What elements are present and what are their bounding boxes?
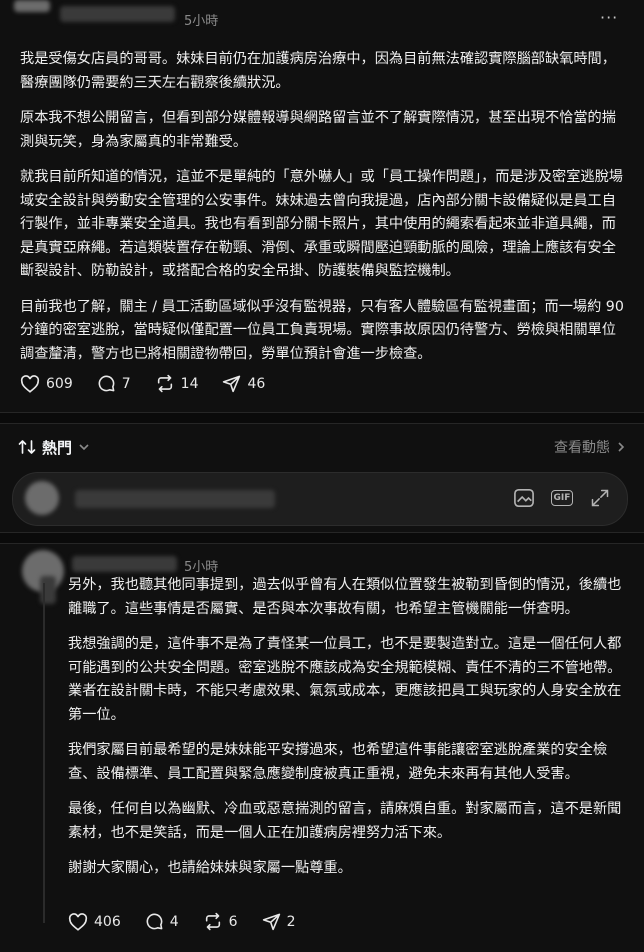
post-paragraph: 我是受傷女店員的哥哥。妹妹目前仍在加護病房治療中，因為目前無法確認實際腦部缺氧時… xyxy=(20,51,616,91)
post-paragraph: 目前我也了解，關主 / 員工活動區域似乎沒有監視器，只有客人體驗區有監視畫面；而… xyxy=(20,298,624,362)
username-redacted[interactable] xyxy=(72,556,177,572)
share-button[interactable]: 46 xyxy=(222,374,265,393)
post-time: 5小時 xyxy=(184,14,219,29)
heart-icon xyxy=(68,912,88,931)
placeholder-redacted xyxy=(75,490,275,508)
post-actions: 406 4 6 2 xyxy=(68,912,296,931)
post-paragraph: 我們家屬目前最希望的是妹妹能平安撐過來，也希望這件事能讓密室逃脫產業的安全檢查、… xyxy=(68,742,608,782)
post-paragraph: 我想強調的是，這件事不是為了責怪某一位員工，也不是要製造對立。這是一個任何人都可… xyxy=(68,636,622,723)
view-activity-label: 查看動態 xyxy=(554,440,610,456)
share-count: 46 xyxy=(247,375,266,392)
comment-count: 7 xyxy=(121,375,131,392)
post-paragraph: 原本我不想公開留言，但看到部分媒體報導與網路留言並不了解實際情況，甚至出現不恰當… xyxy=(20,110,616,150)
post-paragraph: 另外，我也聽其他同事提到，過去似乎曾有人在類似位置發生被勒到昏倒的情況，後續也離… xyxy=(68,577,622,617)
comment-button[interactable]: 7 xyxy=(97,374,131,393)
comment-icon xyxy=(98,375,115,392)
share-button[interactable]: 2 xyxy=(262,912,296,931)
like-count: 609 xyxy=(46,375,73,392)
repost-count: 14 xyxy=(180,375,199,392)
more-options-icon[interactable]: ··· xyxy=(600,8,618,27)
heart-icon xyxy=(20,374,40,393)
post-body: 另外，我也聽其他同事提到，過去似乎曾有人在類似位置發生被勒到昏倒的情況，後續也離… xyxy=(68,574,624,893)
gif-icon[interactable]: GIF xyxy=(549,485,575,511)
repost-icon xyxy=(205,912,220,931)
reply-input[interactable]: GIF xyxy=(12,472,628,526)
chevron-right-icon xyxy=(618,442,625,452)
comment-count: 4 xyxy=(169,913,179,930)
avatar xyxy=(25,481,59,515)
sort-icon xyxy=(18,440,36,454)
sort-bar: 熱門 查看動態 xyxy=(18,430,626,464)
repost-count: 6 xyxy=(228,913,238,930)
reply-tools: GIF xyxy=(511,485,613,511)
thread-line xyxy=(43,583,45,923)
comment-icon xyxy=(146,913,163,930)
comment-button[interactable]: 4 xyxy=(145,912,179,931)
post-time: 5小時 xyxy=(184,560,219,575)
send-icon xyxy=(262,913,280,931)
post-paragraph: 就我目前所知道的情況，這並不是單純的「意外嚇人」或「員工操作問題」，而是涉及密室… xyxy=(20,169,623,279)
image-icon[interactable] xyxy=(511,485,537,511)
view-activity-link[interactable]: 查看動態 xyxy=(554,437,626,457)
post-body: 我是受傷女店員的哥哥。妹妹目前仍在加護病房治療中，因為目前無法確認實際腦部缺氧時… xyxy=(20,48,624,378)
like-button[interactable]: 406 xyxy=(68,912,121,931)
section-divider xyxy=(0,532,644,544)
share-count: 2 xyxy=(286,913,296,930)
sort-dropdown[interactable]: 熱門 xyxy=(18,437,90,458)
send-icon xyxy=(223,375,241,393)
expand-icon[interactable] xyxy=(587,485,613,511)
avatar[interactable] xyxy=(14,0,50,12)
repost-button[interactable]: 6 xyxy=(203,912,238,931)
gif-label: GIF xyxy=(550,490,574,506)
repost-icon xyxy=(157,374,172,393)
post-paragraph: 最後，任何自以為幽默、冷血或惡意揣測的留言，請麻煩自重。對家屬而言，這不是新聞素… xyxy=(68,801,622,841)
like-count: 406 xyxy=(94,913,121,930)
sort-label: 熱門 xyxy=(42,438,73,457)
chevron-down-icon xyxy=(79,444,89,451)
repost-button[interactable]: 14 xyxy=(155,374,199,393)
like-button[interactable]: 609 xyxy=(20,374,73,393)
username-redacted[interactable] xyxy=(60,6,175,22)
post-paragraph: 謝謝大家關心，也請給妹妹與家屬一點尊重。 xyxy=(68,860,352,876)
post-actions: 609 7 14 46 xyxy=(20,374,265,393)
section-divider xyxy=(0,412,644,424)
